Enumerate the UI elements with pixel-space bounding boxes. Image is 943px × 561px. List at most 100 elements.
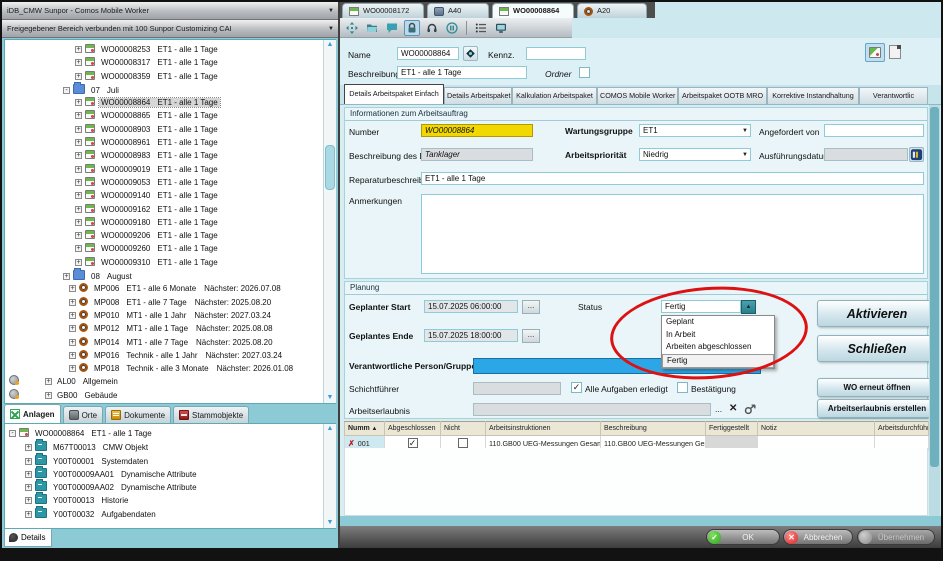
- tree-item[interactable]: +WO00008317ET1 - alle 1 Tage: [5, 56, 335, 69]
- tree-item[interactable]: +Y00T00001Systemdaten: [5, 454, 335, 467]
- expand-icon[interactable]: +: [45, 392, 52, 399]
- doc-tab-a40[interactable]: A40: [427, 3, 489, 18]
- scroll-up-icon[interactable]: ▲: [324, 40, 336, 50]
- erlaubnis-browse-button[interactable]: ...: [715, 404, 722, 414]
- tree-item[interactable]: +Y00T00032Aufgabendaten: [5, 507, 335, 520]
- tree-item[interactable]: +MP010MT1 - alle 1 JahrNächster: 2027.03…: [5, 309, 335, 322]
- tab-orte[interactable]: Orte: [63, 406, 104, 423]
- form-tab-4[interactable]: COMOS Mobile Worker: [597, 87, 678, 104]
- angefordert-field[interactable]: [824, 124, 924, 137]
- tree-item[interactable]: +MP018Technik - alle 3 MonateNächster: 2…: [5, 362, 335, 375]
- tree-item[interactable]: +WO00009206ET1 - alle 1 Tage: [5, 229, 335, 242]
- expand-icon[interactable]: +: [69, 365, 76, 372]
- column-header[interactable]: Arbeitsinstruktionen: [486, 422, 601, 436]
- tree-item[interactable]: +WO00009140ET1 - alle 1 Tage: [5, 189, 335, 202]
- column-header[interactable]: Beschreibung: [601, 422, 706, 436]
- status-option[interactable]: In Arbeit: [662, 329, 774, 342]
- tree-item[interactable]: -07Juli: [5, 83, 335, 96]
- navigate-icon[interactable]: [344, 20, 360, 36]
- tree-item[interactable]: +WO00008359ET1 - alle 1 Tage: [5, 70, 335, 83]
- reparatur-field[interactable]: ET1 - alle 1 Tage: [421, 172, 924, 185]
- expand-icon[interactable]: +: [75, 46, 82, 53]
- tree-item[interactable]: +MP006ET1 - alle 6 MonateNächster: 2026.…: [5, 282, 335, 295]
- tree-item[interactable]: +MP016Technik - alle 1 JahrNächster: 202…: [5, 349, 335, 362]
- expand-icon[interactable]: +: [75, 126, 82, 133]
- beschreibung-field[interactable]: ET1 - alle 1 Tage: [397, 66, 527, 79]
- expand-icon[interactable]: +: [75, 232, 82, 239]
- ende-browse-button[interactable]: ...: [522, 329, 540, 343]
- expand-icon[interactable]: +: [75, 219, 82, 226]
- column-header[interactable]: Arbeitsdurchführur: [875, 422, 929, 436]
- expand-icon[interactable]: +: [75, 206, 82, 213]
- tree-item[interactable]: +WO00008865ET1 - alle 1 Tage: [5, 109, 335, 122]
- number-field[interactable]: WO00008864: [421, 124, 533, 137]
- ordner-checkbox[interactable]: [579, 67, 590, 78]
- expand-icon[interactable]: +: [75, 112, 82, 119]
- tab-stammobjekte[interactable]: Stammobjekte: [173, 406, 249, 423]
- tree-item[interactable]: +WO00009019ET1 - alle 1 Tage: [5, 163, 335, 176]
- status-option[interactable]: Arbeiten abgeschlossen: [662, 341, 774, 354]
- expand-icon[interactable]: +: [25, 458, 32, 465]
- name-field[interactable]: WO00008864: [397, 47, 459, 60]
- schliessen-button[interactable]: Schließen: [817, 335, 937, 362]
- tree-item[interactable]: +WO00009180ET1 - alle 1 Tage: [5, 216, 335, 229]
- aufgaben-checkbox[interactable]: ✓: [571, 382, 582, 393]
- scrollbar-thumb[interactable]: [325, 145, 335, 190]
- expand-icon[interactable]: +: [69, 352, 76, 359]
- expand-icon[interactable]: +: [69, 312, 76, 319]
- object-tree-scrollbar[interactable]: ▲ ▼: [323, 424, 336, 528]
- expand-icon[interactable]: +: [75, 179, 82, 186]
- bestaetigung-checkbox[interactable]: [677, 382, 688, 393]
- expand-icon[interactable]: +: [75, 245, 82, 252]
- form-scrollbar[interactable]: [929, 105, 940, 516]
- tree-item[interactable]: +WO00008903ET1 - alle 1 Tage: [5, 123, 335, 136]
- form-tab-2[interactable]: Details Arbeitspaket: [444, 87, 512, 104]
- column-header[interactable]: Numm ▲: [345, 422, 385, 436]
- tree-item[interactable]: +MP008ET1 - alle 7 TageNächster: 2025.08…: [5, 296, 335, 309]
- expand-icon[interactable]: +: [69, 325, 76, 332]
- calendar-button[interactable]: [909, 147, 924, 162]
- project-selector[interactable]: iDB_CMW Sunpor - Comos Mobile Worker ▼: [2, 2, 338, 20]
- wo-erneut-oeffnen-button[interactable]: WO erneut öffnen: [817, 378, 937, 397]
- collapse-icon[interactable]: -: [9, 430, 16, 437]
- scroll-down-icon[interactable]: ▼: [324, 393, 336, 403]
- anmerkungen-textarea[interactable]: [421, 194, 924, 274]
- expand-icon[interactable]: +: [45, 378, 52, 385]
- tree-item[interactable]: +Y00T00013Historie: [5, 493, 335, 506]
- tree-item[interactable]: +WO00009162ET1 - alle 1 Tage: [5, 203, 335, 216]
- document-icon[interactable]: [889, 45, 901, 59]
- tree-item[interactable]: +GB00Gebäude: [5, 389, 335, 402]
- area-selector[interactable]: Freigegebener Bereich verbunden mit 100 …: [2, 20, 338, 38]
- status-field[interactable]: Fertig: [661, 300, 741, 313]
- pause-icon[interactable]: [444, 20, 460, 36]
- form-tab-7[interactable]: Verantwortlic: [859, 87, 928, 104]
- status-option[interactable]: Fertig: [662, 354, 774, 369]
- expand-icon[interactable]: +: [75, 152, 82, 159]
- tree-item[interactable]: +MP014MT1 - alle 7 TageNächster: 2025.08…: [5, 336, 335, 349]
- tree-item[interactable]: +08August: [5, 269, 335, 282]
- tree-item[interactable]: +Y00T00009AA02Dynamische Attribute: [5, 480, 335, 493]
- column-header[interactable]: Abgeschlossen: [385, 422, 441, 436]
- headset-icon[interactable]: [424, 20, 440, 36]
- nicht-checkbox[interactable]: [458, 438, 468, 448]
- abbrechen-button[interactable]: ✕ Abbrechen: [783, 529, 853, 545]
- scroll-down-icon[interactable]: ▼: [324, 518, 336, 528]
- monitor-icon[interactable]: [493, 20, 509, 36]
- expand-icon[interactable]: +: [75, 166, 82, 173]
- expand-icon[interactable]: +: [75, 99, 82, 106]
- wartungsgruppe-select[interactable]: ET1: [639, 124, 751, 137]
- abgeschlossen-checkbox[interactable]: ✓: [408, 438, 418, 448]
- list-icon[interactable]: [473, 20, 489, 36]
- expand-icon[interactable]: +: [75, 192, 82, 199]
- tree-item[interactable]: +Y00T00009AA01Dynamische Attribute: [5, 467, 335, 480]
- form-tab-1[interactable]: Details Arbeitspaket Einfach: [344, 84, 444, 104]
- tree-item[interactable]: +M67T00013CMW Objekt: [5, 440, 335, 453]
- tree-item[interactable]: +WO00009053ET1 - alle 1 Tage: [5, 176, 335, 189]
- tree-item[interactable]: +WO00009260ET1 - alle 1 Tage: [5, 242, 335, 255]
- form-tab-3[interactable]: Kalkulation Arbeitspaket: [512, 87, 597, 104]
- navigate-button[interactable]: [463, 46, 478, 61]
- expand-icon[interactable]: +: [25, 497, 32, 504]
- expand-icon[interactable]: +: [25, 444, 32, 451]
- form-tab-6[interactable]: Korrektive Instandhaltung: [767, 87, 859, 104]
- expand-icon[interactable]: +: [75, 259, 82, 266]
